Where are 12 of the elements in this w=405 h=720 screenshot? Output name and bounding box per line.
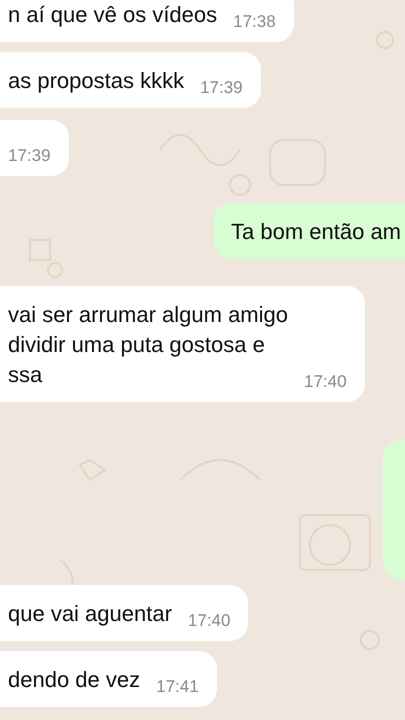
message-time: 17:38 [233, 12, 276, 32]
message-text: dendo de vez [8, 666, 140, 694]
message-text: vai ser arrumar algum amigo dividir uma puta gostosa e ssa [8, 301, 288, 389]
message-text: Ta bom então am [231, 218, 401, 246]
message-text: as propostas kkkk [8, 67, 184, 95]
message-time: 17:39 [200, 78, 243, 98]
message-time: 17:39 [8, 146, 51, 166]
message-time: 17:40 [188, 611, 230, 631]
message-text: n aí que vê os vídeos [8, 1, 218, 29]
message-text: que vai aguentar [8, 600, 172, 628]
message-time: 17:40 [304, 372, 347, 392]
message-time: 17:41 [156, 677, 199, 697]
